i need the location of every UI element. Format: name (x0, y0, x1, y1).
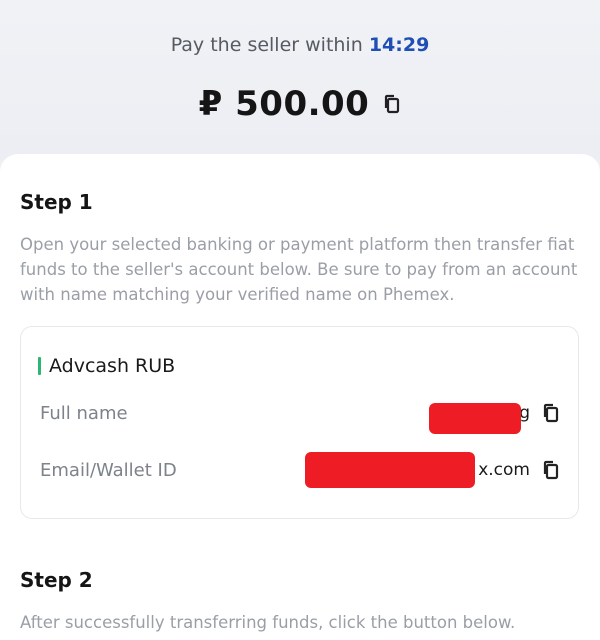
redaction-mark-name (429, 403, 521, 434)
step-2-description: After successfully transferring funds, c… (20, 613, 516, 632)
wallet-id-label: Email/Wallet ID (40, 459, 177, 481)
field-wallet-id: Email/Wallet ID x.com (40, 455, 560, 485)
full-name-label: Full name (40, 402, 128, 424)
timer-prefix: Pay the seller within (170, 34, 363, 56)
payment-timer: Pay the seller within 14:29 (0, 34, 600, 56)
step-2-title: Step 2 (20, 568, 93, 592)
method-indicator-bar (38, 357, 41, 375)
step-1-description: Open your selected banking or payment pl… (20, 235, 578, 304)
wallet-id-value-group: x.com (478, 460, 560, 480)
payment-card: Step 1 Open your selected banking or pay… (0, 154, 600, 640)
payment-details-box: Advcash RUB Full name g Email/Wallet ID (20, 326, 579, 519)
header-area: Pay the seller within 14:29 ₽ 500.00 (0, 0, 600, 160)
wallet-id-value: x.com (478, 460, 530, 480)
step-1-title: Step 1 (20, 190, 93, 214)
timer-countdown: 14:29 (368, 34, 430, 56)
copy-icon[interactable] (542, 460, 560, 480)
full-name-value-group: g (519, 403, 560, 423)
payment-amount: ₽ 500.00 (198, 84, 370, 124)
amount-row: ₽ 500.00 (0, 84, 600, 124)
copy-icon[interactable] (383, 94, 401, 114)
payment-method: Advcash RUB (38, 355, 175, 377)
redaction-mark-wallet (305, 452, 475, 488)
copy-icon[interactable] (542, 403, 560, 423)
payment-method-name: Advcash RUB (49, 355, 176, 377)
